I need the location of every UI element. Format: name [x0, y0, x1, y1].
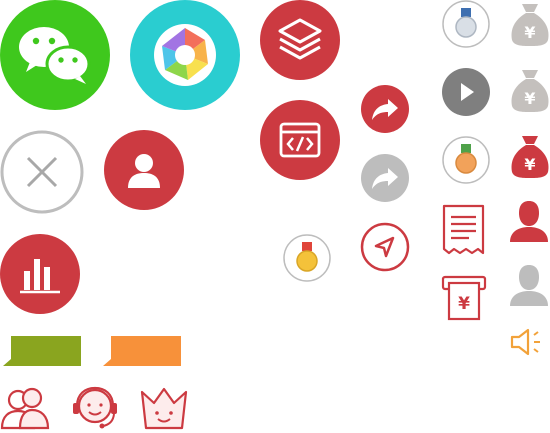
- code-window-icon[interactable]: [260, 100, 340, 180]
- money-bag-gray-icon: ¥: [508, 0, 550, 48]
- withdraw-icon: ¥: [441, 275, 487, 321]
- receipt-icon: [441, 204, 486, 256]
- camera-aperture-icon[interactable]: [130, 0, 240, 110]
- person-gray-icon: [508, 262, 550, 308]
- contacts-icon[interactable]: [0, 386, 52, 432]
- money-bag-gray-2-icon: ¥: [508, 66, 550, 114]
- play-icon[interactable]: [442, 68, 490, 116]
- medal-bronze-icon: [442, 136, 490, 184]
- layers-icon[interactable]: [260, 0, 340, 80]
- share-gray-icon[interactable]: [360, 153, 410, 203]
- medal-gray-icon: [442, 0, 490, 48]
- svg-text:¥: ¥: [524, 89, 535, 108]
- svg-text:¥: ¥: [458, 294, 470, 314]
- speaker-icon[interactable]: [509, 326, 545, 358]
- customer-service-icon[interactable]: [69, 384, 121, 432]
- user-icon[interactable]: [104, 130, 184, 210]
- speech-bubble-orange-icon: [100, 334, 182, 368]
- navigation-icon[interactable]: [360, 222, 410, 272]
- svg-text:¥: ¥: [524, 155, 535, 174]
- wechat-icon[interactable]: [0, 0, 110, 110]
- chart-icon[interactable]: [0, 234, 80, 314]
- share-red-icon[interactable]: [360, 84, 410, 134]
- crown-icon[interactable]: [139, 386, 189, 432]
- medal-gold-icon: [283, 234, 331, 282]
- speech-bubble-green-icon: [0, 334, 82, 368]
- money-bag-red-icon: ¥: [508, 132, 550, 180]
- person-red-icon: [508, 198, 550, 244]
- svg-text:¥: ¥: [524, 23, 535, 42]
- close-icon[interactable]: [0, 130, 84, 214]
